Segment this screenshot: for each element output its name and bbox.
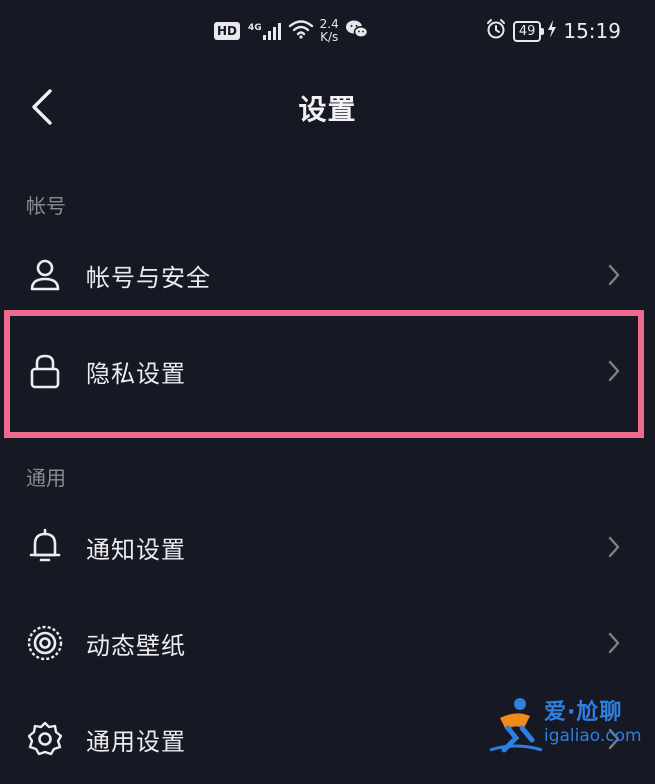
wechat-icon <box>345 18 369 44</box>
user-icon <box>25 255 65 295</box>
section-header-account: 帐号 <box>26 194 66 218</box>
settings-item-live-wallpaper[interactable]: 动态壁纸 <box>0 598 655 688</box>
watermark: 爱·尬聊 igaliao.com <box>486 688 651 760</box>
lock-icon <box>25 351 65 391</box>
settings-item-label: 动态壁纸 <box>86 631 186 660</box>
status-bar: HD 4G 2.4 K/s 49 15:19 <box>0 0 655 62</box>
chevron-right-icon <box>600 261 628 289</box>
network-type-label: 4G <box>248 23 262 33</box>
bell-icon <box>25 527 65 567</box>
watermark-url: igaliao.com <box>544 726 642 746</box>
settings-item-notifications[interactable]: 通知设置 <box>0 502 655 592</box>
network-speed-unit: K/s <box>320 30 339 44</box>
charging-bolt-icon <box>547 20 557 42</box>
settings-item-label: 帐号与安全 <box>86 263 211 292</box>
page-title: 设置 <box>298 93 357 126</box>
hd-voice-badge: HD <box>214 22 241 40</box>
chevron-right-icon <box>600 533 628 561</box>
status-bar-right: 49 15:19 <box>485 12 621 50</box>
status-bar-left: HD 4G 2.4 K/s <box>214 12 369 50</box>
wifi-icon <box>288 19 314 43</box>
settings-item-label: 隐私设置 <box>86 359 186 388</box>
settings-item-privacy[interactable]: 隐私设置 <box>0 326 655 416</box>
chevron-right-icon <box>600 629 628 657</box>
settings-item-label: 通用设置 <box>86 727 186 756</box>
watermark-logo-icon <box>489 698 543 753</box>
navigation-bar: 设置 <box>0 68 655 148</box>
network-speed: 2.4 K/s <box>320 18 339 44</box>
watermark-title: 爱·尬聊 <box>544 700 623 725</box>
alarm-icon <box>485 18 507 44</box>
gear-icon <box>25 719 65 759</box>
cellular-signal-icon: 4G <box>246 21 282 41</box>
live-wallpaper-icon <box>25 623 65 663</box>
section-header-general: 通用 <box>26 466 66 490</box>
clock-time: 15:19 <box>563 19 621 43</box>
settings-item-account-security[interactable]: 帐号与安全 <box>0 230 655 320</box>
settings-item-label: 通知设置 <box>86 535 186 564</box>
chevron-right-icon <box>600 357 628 385</box>
battery-indicator: 49 <box>512 20 544 42</box>
